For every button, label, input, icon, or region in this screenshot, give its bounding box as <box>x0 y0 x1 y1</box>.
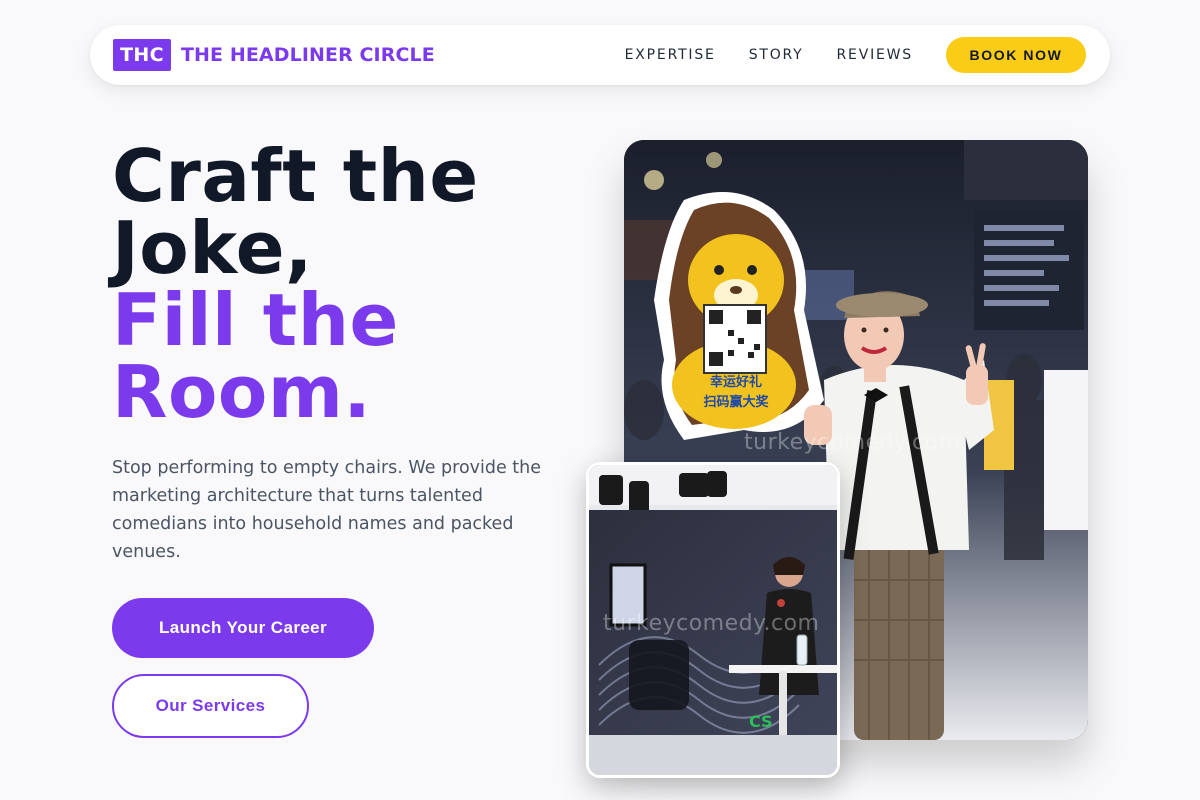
top-navbar: THC THE HEADLINER CIRCLE EXPERTISE STORY… <box>90 25 1110 85</box>
nav-link-story[interactable]: STORY <box>749 47 804 63</box>
headline-line-2: Joke, <box>112 206 313 290</box>
hero-photo-inset: CS turkeycomedy.com <box>586 462 840 778</box>
brand-name: THE HEADLINER CIRCLE <box>181 44 435 66</box>
brand[interactable]: THC THE HEADLINER CIRCLE <box>113 39 435 71</box>
nav-links: EXPERTISE STORY REVIEWS BOOK NOW <box>625 37 1086 73</box>
landing-page: THC THE HEADLINER CIRCLE EXPERTISE STORY… <box>0 0 1200 800</box>
headline-line-3: Fill the <box>112 278 399 362</box>
hero-headline: Craft the Joke, Fill the Room. <box>112 140 479 428</box>
sign-text-line-2: 扫码赢大奖 <box>703 394 769 410</box>
headline-line-4: Room. <box>112 350 372 434</box>
nav-link-expertise[interactable]: EXPERTISE <box>625 47 716 63</box>
hero-subtext: Stop performing to empty chairs. We prov… <box>112 458 542 562</box>
sign-text-line-1: 幸运好礼 <box>710 374 762 390</box>
our-services-button[interactable]: Our Services <box>112 674 309 738</box>
headline-line-1: Craft the <box>112 134 479 218</box>
nav-link-reviews[interactable]: REVIEWS <box>837 47 913 63</box>
svg-text:CS: CS <box>749 712 773 731</box>
book-now-button[interactable]: BOOK NOW <box>946 37 1086 73</box>
launch-career-button[interactable]: Launch Your Career <box>112 598 374 658</box>
main-photo-watermark: turkeycomedy.com <box>744 430 961 455</box>
inset-photo-watermark: turkeycomedy.com <box>603 611 820 636</box>
logo-badge: THC <box>113 39 171 71</box>
